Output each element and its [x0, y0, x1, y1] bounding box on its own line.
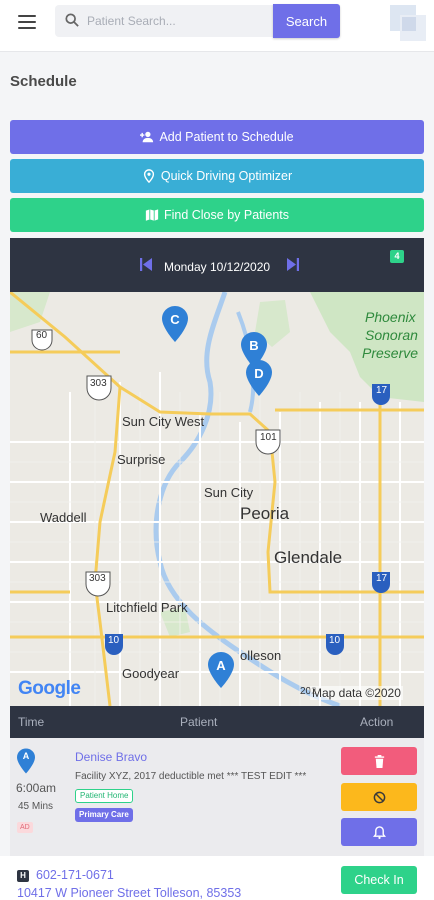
- top-bar: Search: [0, 0, 434, 52]
- location-pin-icon: [143, 169, 154, 183]
- peoria-label: Peoria: [240, 504, 290, 523]
- check-in-button[interactable]: Check In: [341, 866, 417, 894]
- schedule-table-header: Time Patient Action: [10, 706, 424, 738]
- search-button[interactable]: Search: [273, 4, 340, 38]
- pin-letter: D: [254, 366, 264, 381]
- page-title: Schedule: [10, 73, 77, 90]
- route-map[interactable]: 60 303 101 303 17 17 10 10 Phoenix Sonor…: [10, 292, 424, 706]
- route-17-label: 17: [376, 385, 388, 396]
- time-column-header: Time: [18, 715, 45, 729]
- pin-letter: C: [170, 312, 180, 327]
- find-close-patients-button[interactable]: Find Close by Patients: [10, 198, 424, 232]
- address-link[interactable]: 10417 W Pioneer Street Tolleson, 85353: [17, 886, 241, 900]
- home-phone-badge: H: [17, 870, 29, 882]
- route-60-label: 60: [36, 330, 48, 341]
- bell-icon: [372, 825, 386, 839]
- phone-link[interactable]: 602-171-0671: [36, 868, 114, 882]
- app-logo: [390, 5, 426, 41]
- waddell-label: Waddell: [40, 510, 87, 525]
- route-101-label: 101: [260, 432, 277, 443]
- search-box: [55, 5, 275, 37]
- map-pin-a[interactable]: A: [208, 652, 234, 688]
- map-credit[interactable]: Map data ©2020: [310, 686, 403, 700]
- google-logo: Google: [18, 678, 81, 699]
- cancel-appointment-button[interactable]: [341, 783, 417, 811]
- phoenix-sonoran-label-3: Preserve: [362, 345, 419, 361]
- phoenix-sonoran-label-1: Phoenix: [365, 309, 416, 325]
- skip-next-icon[interactable]: [287, 258, 299, 271]
- route-303-label-2: 303: [89, 573, 106, 584]
- care-type-tag: Primary Care: [75, 808, 133, 822]
- route-303-label: 303: [90, 378, 107, 389]
- pin-letter: A: [22, 751, 30, 761]
- patient-contact: H 602-171-0671 10417 W Pioneer Street To…: [0, 856, 434, 900]
- search-icon: [65, 13, 79, 27]
- hamburger-icon[interactable]: [18, 15, 36, 31]
- delete-button[interactable]: [341, 747, 417, 775]
- surprise-label: Surprise: [117, 452, 166, 467]
- driving-optimizer-button[interactable]: Quick Driving Optimizer: [10, 159, 424, 193]
- patient-note: Facility XYZ, 2017 deductible met *** TE…: [75, 771, 307, 782]
- notify-button[interactable]: [341, 818, 417, 846]
- trash-icon: [374, 754, 384, 768]
- pin-letter: B: [249, 338, 259, 353]
- route-10-label-2: 10: [329, 635, 341, 646]
- map-pin-c[interactable]: C: [162, 306, 188, 342]
- ban-icon: [373, 791, 385, 803]
- appointment-duration: 45 Mins: [18, 801, 54, 812]
- find-close-label: Find Close by Patients: [163, 208, 290, 222]
- route-10-label: 10: [108, 635, 120, 646]
- goodyear-label: Goodyear: [122, 666, 180, 681]
- map-pin-d[interactable]: D: [246, 360, 272, 396]
- patient-name-link[interactable]: Denise Bravo: [75, 750, 147, 764]
- date-navigation: Monday 10/12/2020 4: [10, 238, 424, 292]
- row-pin-a: A: [17, 748, 35, 774]
- table-row: A 6:00am 45 Mins AD Denise Bravo Facilit…: [10, 738, 424, 856]
- flag-badge: AD: [17, 822, 33, 833]
- appointment-count-badge: 4: [390, 250, 404, 263]
- map-icon: [145, 209, 159, 221]
- sun-city-label: Sun City: [204, 485, 254, 500]
- patient-column-header: Patient: [180, 715, 218, 729]
- sun-city-west-label: Sun City West: [122, 414, 205, 429]
- pin-letter: A: [216, 658, 226, 673]
- tolleson-label: olleson: [240, 648, 282, 663]
- litchfield-park-label: Litchfield Park: [106, 600, 188, 615]
- add-patient-button[interactable]: Add Patient to Schedule: [10, 120, 424, 154]
- glendale-label: Glendale: [274, 548, 343, 567]
- add-user-icon: [140, 131, 154, 143]
- location-tag: Patient Home: [75, 789, 134, 803]
- appointment-time: 6:00am: [16, 781, 57, 795]
- patient-search-input[interactable]: [87, 5, 272, 37]
- route-17-label-2: 17: [376, 573, 388, 584]
- phoenix-sonoran-label-2: Sonoran: [365, 327, 418, 343]
- add-patient-label: Add Patient to Schedule: [159, 130, 294, 144]
- driving-optimizer-label: Quick Driving Optimizer: [160, 169, 293, 183]
- schedule-date: Monday 10/12/2020: [163, 260, 271, 274]
- action-column-header: Action: [360, 715, 394, 729]
